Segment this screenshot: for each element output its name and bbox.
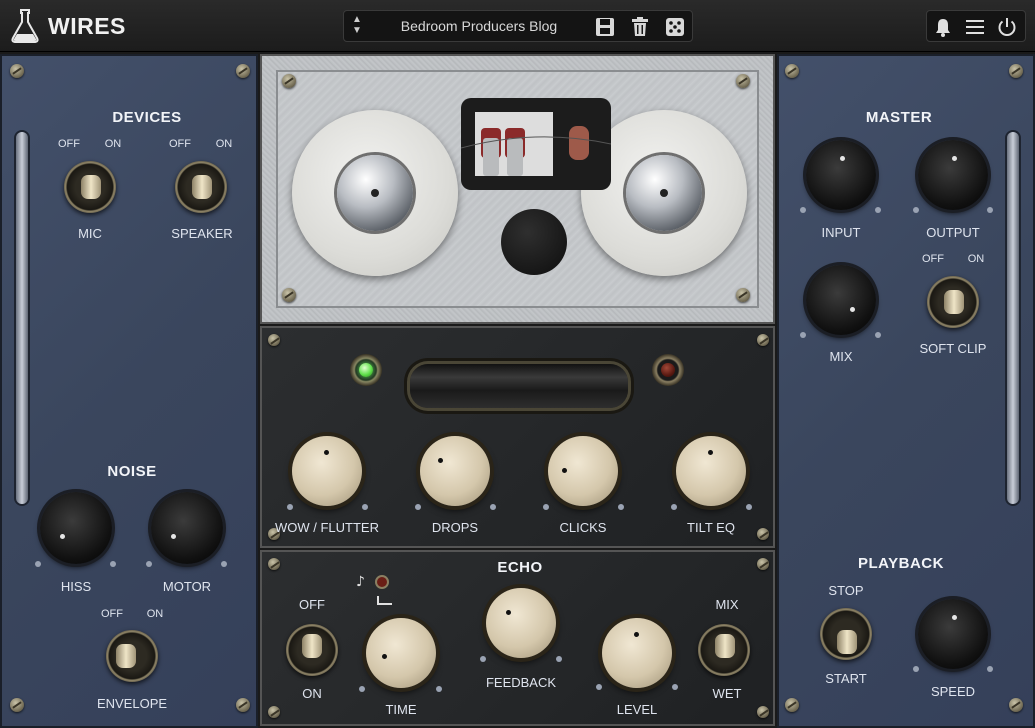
svg-text:♪: ♪ [356,574,365,590]
screw [236,64,250,78]
mic-label: MIC [78,226,102,241]
wow-flutter-knob[interactable] [292,436,362,506]
hamburger-menu-icon[interactable] [964,16,986,38]
left-panel: DEVICES OFF ON MIC OFF ON SPEAKER NOISE … [0,54,258,728]
flask-icon [11,9,39,43]
motor-label: MOTOR [162,579,212,594]
tape-heads [460,98,612,190]
output-knob[interactable] [918,140,988,210]
drops-knob[interactable] [420,436,490,506]
tempo-sync-note-icon[interactable]: ♪ [356,572,396,612]
speed-label: SPEED [930,684,976,699]
echo-off-label: OFF [299,597,325,612]
input-knob[interactable] [806,140,876,210]
input-label: INPUT [821,225,861,240]
drops-label: DROPS [431,520,479,535]
echo-feedback-knob[interactable] [486,588,556,658]
soft-clip-on-label: ON [967,253,985,265]
green-indicator-led [350,354,382,386]
floppy-disk-icon[interactable] [594,16,616,38]
mix-label: MIX [829,349,853,364]
envelope-on-label: ON [146,608,164,620]
soft-clip-toggle[interactable] [927,276,979,328]
echo-mix-wet-toggle[interactable] [698,624,750,676]
echo-mix-label: MIX [715,597,739,612]
top-bar: WIRES ▲ ▼ Bedroom Producers Blog [0,0,1035,52]
echo-panel: ECHO OFF ON ♪ TIME FEEDBACK LEVEL MIX WE… [260,550,775,726]
mic-on-label: ON [104,138,122,150]
screw [10,698,24,712]
right-vertical-slider[interactable] [1007,132,1019,504]
speaker-toggle[interactable] [175,161,227,213]
preset-browser[interactable]: ▲ ▼ Bedroom Producers Blog [343,10,693,42]
start-label: START [825,671,867,686]
stop-start-toggle[interactable] [820,608,872,660]
playback-heading: PLAYBACK [858,555,944,572]
devices-heading: DEVICES [112,109,182,126]
left-vertical-slider[interactable] [16,132,28,504]
trash-icon[interactable] [629,16,651,38]
bell-icon[interactable] [932,16,954,38]
noise-heading: NOISE [107,463,157,480]
clicks-label: CLICKS [559,520,607,535]
echo-level-knob[interactable] [602,618,672,688]
envelope-off-label: OFF [101,608,123,620]
app-title: WIRES [48,13,126,39]
tilt-eq-knob[interactable] [676,436,746,506]
capstan [501,209,567,275]
screw [236,698,250,712]
master-heading: MASTER [865,109,933,126]
tilt-eq-label: TILT EQ [687,520,735,535]
hiss-knob[interactable] [40,492,112,564]
tube-window [410,364,628,408]
echo-on-label: ON [302,686,322,701]
stop-label: STOP [828,583,864,598]
speaker-on-label: ON [215,138,233,150]
hiss-label: HISS [60,579,92,594]
output-label: OUTPUT [926,225,980,240]
tape-deck [260,54,775,324]
mic-off-label: OFF [58,138,80,150]
echo-on-toggle[interactable] [286,624,338,676]
echo-heading: ECHO [497,559,543,576]
echo-time-knob[interactable] [366,618,436,688]
echo-wet-label: WET [712,686,742,701]
mic-toggle[interactable] [64,161,116,213]
up-down-arrows-icon[interactable]: ▲ ▼ [350,14,364,38]
speaker-label: SPEAKER [171,226,233,241]
mix-knob[interactable] [806,265,876,335]
envelope-label: ENVELOPE [96,696,168,711]
speed-knob[interactable] [918,599,988,669]
red-indicator-led [652,354,684,386]
motor-knob[interactable] [151,492,223,564]
echo-level-label: LEVEL [616,702,658,717]
wow-flutter-label: WOW / FLUTTER [275,520,379,535]
envelope-toggle[interactable] [106,630,158,682]
echo-feedback-label: FEEDBACK [485,675,557,690]
echo-time-label: TIME [385,702,417,717]
speaker-off-label: OFF [169,138,191,150]
soft-clip-label: SOFT CLIP [919,341,987,356]
header-controls [926,10,1026,42]
screw [10,64,24,78]
left-tape-reel [292,110,458,276]
preset-name[interactable]: Bedroom Producers Blog [374,18,584,34]
power-icon[interactable] [996,16,1018,38]
tape-fx-panel: WOW / FLUTTER DROPS CLICKS TILT EQ [260,326,775,548]
soft-clip-off-label: OFF [922,253,944,265]
dice-icon[interactable] [664,16,686,38]
clicks-knob[interactable] [548,436,618,506]
right-panel: MASTER INPUT OUTPUT MIX OFF ON SOFT CLIP… [777,54,1035,728]
